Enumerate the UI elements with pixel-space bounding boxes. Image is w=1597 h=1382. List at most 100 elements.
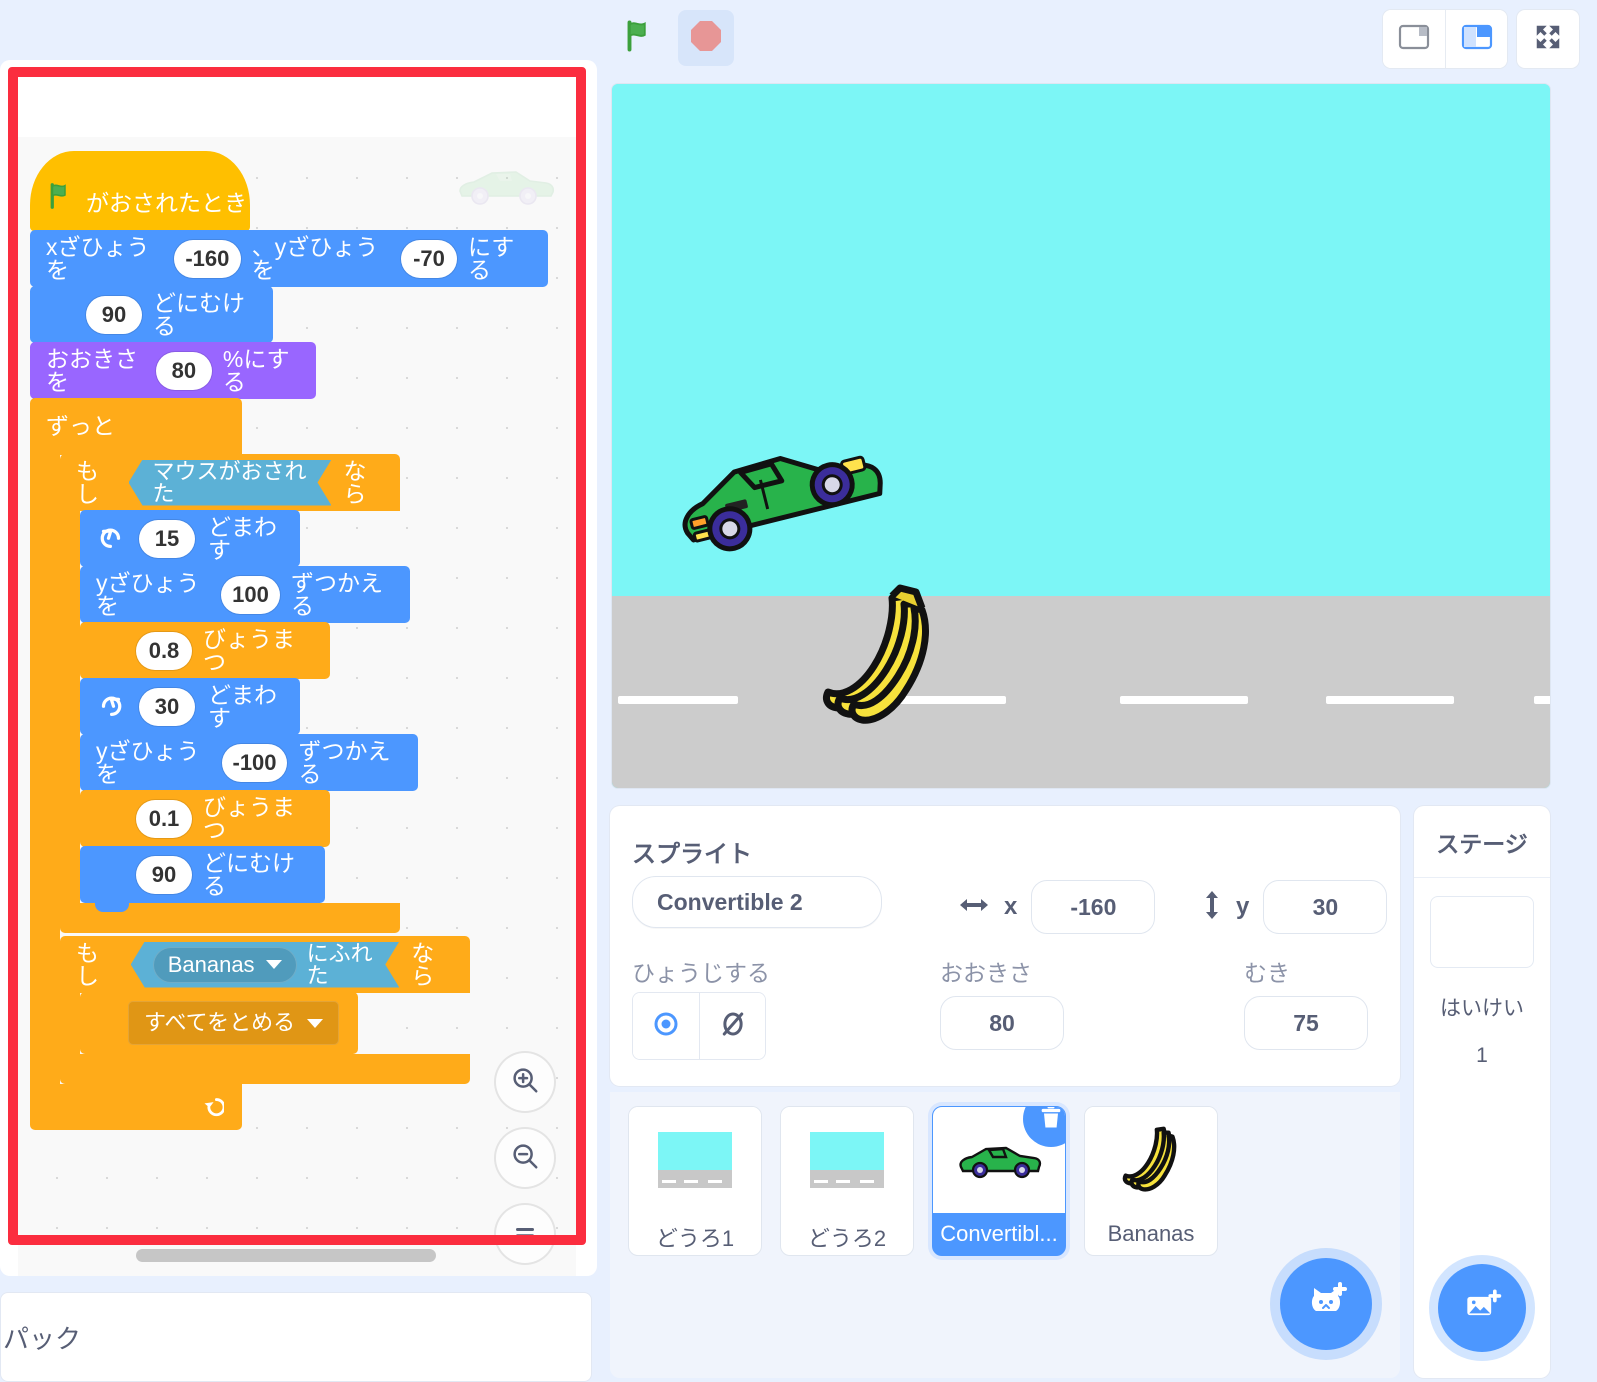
small-stage-layout-icon — [1398, 23, 1430, 56]
block-set-size[interactable]: おおきさを 80 %にする — [30, 342, 316, 408]
forever-label: ずっと — [46, 413, 115, 439]
stage-layout-group — [1383, 10, 1507, 68]
change-y-1-suffix: ずつかえる — [291, 569, 384, 619]
code-canvas[interactable]: がおされたとき xざひょうを -160 、yざひょうを -70 にする 90 ど… — [18, 137, 576, 1276]
road-dash — [1326, 696, 1454, 704]
block-when-flag-clicked[interactable]: がおされたとき — [30, 151, 250, 231]
turn-cw-input[interactable]: 30 — [139, 687, 195, 726]
road-backdrop-thumb — [781, 1107, 913, 1213]
forever-footer — [30, 1084, 242, 1130]
if-touching-suffix: なら — [411, 939, 435, 989]
sprite-card-road1[interactable]: どうろ1 — [628, 1106, 762, 1256]
stop-option-dropdown[interactable]: すべてをとめる — [128, 1001, 340, 1045]
code-horizontal-scrollbar[interactable] — [18, 1246, 576, 1264]
if-mouse-header[interactable]: もし マウスがおされた なら — [60, 454, 400, 511]
predicate-label: マウスがおされた — [152, 458, 307, 506]
scrollbar-thumb[interactable] — [136, 1249, 436, 1262]
large-stage-button[interactable] — [1445, 10, 1507, 68]
block-turn-cw[interactable]: 30 どまわす — [80, 678, 300, 744]
turn-clockwise-icon — [96, 690, 126, 724]
size-label: おおきさ — [940, 960, 1032, 986]
road-dash — [1534, 696, 1550, 704]
block-stop-all[interactable]: すべてをとめる — [80, 992, 358, 1054]
sprite-card-road2[interactable]: どうろ2 — [780, 1106, 914, 1256]
fullscreen-button[interactable] — [1517, 10, 1579, 68]
block-if-mouse-down[interactable]: もし マウスがおされた なら 15 どまわす yざひょうを 100 ずつかえる … — [60, 454, 470, 933]
zoom-in-icon — [510, 1065, 540, 1100]
change-y-1-prefix: yざひょうを — [96, 569, 200, 619]
zoom-reset-button[interactable] — [496, 1205, 554, 1263]
block-wait-2[interactable]: 0.1 びょうまつ — [80, 790, 330, 856]
turn-ccw-input[interactable]: 15 — [139, 519, 195, 558]
scratch-editor: がおされたとき xざひょうを -160 、yざひょうを -70 にする 90 ど… — [0, 0, 1597, 1382]
small-stage-button[interactable] — [1383, 10, 1445, 68]
block-go-to-xy[interactable]: xざひょうを -160 、yざひょうを -70 にする — [30, 230, 548, 296]
sprite-direction-input[interactable]: 75 — [1244, 996, 1368, 1050]
zoom-out-button[interactable] — [496, 1129, 554, 1187]
if-touching-header[interactable]: もし Bananas にふれた なら — [60, 936, 470, 993]
change-y-2-input[interactable]: -100 — [221, 743, 288, 782]
add-sprite-button[interactable] — [1280, 1258, 1372, 1350]
stage-panel: ステージ はいけい 1 — [1414, 806, 1550, 1378]
goto-x-input[interactable]: -160 — [173, 239, 241, 278]
backpack-bar[interactable]: パック — [0, 1292, 592, 1382]
point-direction-input[interactable]: 90 — [86, 295, 142, 334]
loop-arrow-icon — [198, 1092, 226, 1123]
predicate-touching[interactable]: Bananas にふれた — [131, 942, 400, 988]
bananas-thumb — [1085, 1107, 1217, 1213]
sprite-card-bananas[interactable]: Bananas — [1084, 1106, 1218, 1256]
wait-1-input[interactable]: 0.8 — [136, 631, 192, 670]
sprite-name-input[interactable]: Convertible 2 — [632, 876, 882, 928]
goto-y-input[interactable]: -70 — [400, 239, 457, 278]
stop-button[interactable] — [678, 10, 734, 66]
block-forever[interactable]: ずっと もし マウスがおされた なら 15 どまわす yざひょうを 100 ずつ… — [30, 398, 548, 1130]
green-flag-button[interactable] — [612, 10, 668, 66]
set-size-input[interactable]: 80 — [155, 351, 212, 390]
show-sprite-button[interactable] — [633, 993, 699, 1059]
zoom-out-icon — [510, 1141, 540, 1176]
predicate-mouse-down[interactable]: マウスがおされた — [129, 460, 332, 506]
touching-target-dropdown[interactable]: Bananas — [153, 947, 297, 983]
forever-header[interactable]: ずっと — [30, 398, 242, 455]
zoom-controls — [496, 1053, 554, 1263]
chevron-down-icon — [266, 960, 282, 969]
wait-2-input[interactable]: 0.1 — [136, 799, 192, 838]
sprite-x-input[interactable]: -160 — [1031, 880, 1156, 934]
code-workspace[interactable]: がおされたとき xざひょうを -160 、yざひょうを -70 にする 90 ど… — [0, 60, 597, 1276]
block-turn-ccw[interactable]: 15 どまわす — [80, 510, 300, 576]
backdrop-count: 1 — [1476, 1044, 1488, 1067]
add-backdrop-image-icon — [1460, 1284, 1504, 1333]
block-point-direction[interactable]: 90 どにむける — [30, 286, 273, 352]
direction-label: むき — [1244, 960, 1290, 986]
sprite-card-convertible[interactable]: Convertibl... — [932, 1106, 1066, 1256]
zoom-reset-icon — [510, 1217, 540, 1252]
block-point-direction-2[interactable]: 90 どにむける — [80, 846, 325, 912]
change-y-2-suffix: ずつかえる — [298, 737, 391, 787]
sprite-y-input[interactable]: 30 — [1263, 880, 1388, 934]
delete-trash-icon — [1037, 1107, 1065, 1136]
block-change-y-1[interactable]: yざひょうを 100 ずつかえる — [80, 566, 410, 632]
hide-sprite-button[interactable] — [699, 993, 765, 1059]
point-direction-2-input[interactable]: 90 — [136, 855, 192, 894]
wait-2-suffix: びょうまつ — [203, 793, 295, 843]
goto-xy-suffix: にする — [467, 233, 515, 283]
zoom-in-button[interactable] — [496, 1053, 554, 1111]
stage-view[interactable] — [612, 84, 1550, 788]
stage-thumbnail[interactable] — [1430, 896, 1534, 968]
sprite-x-label: x — [1004, 893, 1018, 920]
add-backdrop-button[interactable] — [1438, 1264, 1526, 1352]
block-change-y-2[interactable]: yざひょうを -100 ずつかえる — [80, 734, 418, 800]
stage-sprite-bananas[interactable] — [800, 580, 960, 745]
visibility-toggle — [632, 992, 766, 1060]
stop-sign-icon — [688, 18, 724, 59]
forever-left-column — [30, 455, 60, 1084]
road-dash — [1120, 696, 1248, 704]
sprite-size-input[interactable]: 80 — [940, 996, 1064, 1050]
block-if-touching-bananas[interactable]: もし Bananas にふれた なら すべてをとめる — [60, 936, 470, 1084]
goto-xy-prefix: xざひょうを — [46, 233, 150, 283]
change-y-1-input[interactable]: 100 — [220, 575, 281, 614]
touching-target-label: Bananas — [167, 951, 255, 977]
turn-ccw-suffix: どまわす — [208, 513, 277, 563]
script-stack[interactable]: がおされたとき xざひょうを -160 、yざひょうを -70 にする 90 ど… — [30, 151, 548, 1130]
block-wait-1[interactable]: 0.8 びょうまつ — [80, 622, 330, 688]
